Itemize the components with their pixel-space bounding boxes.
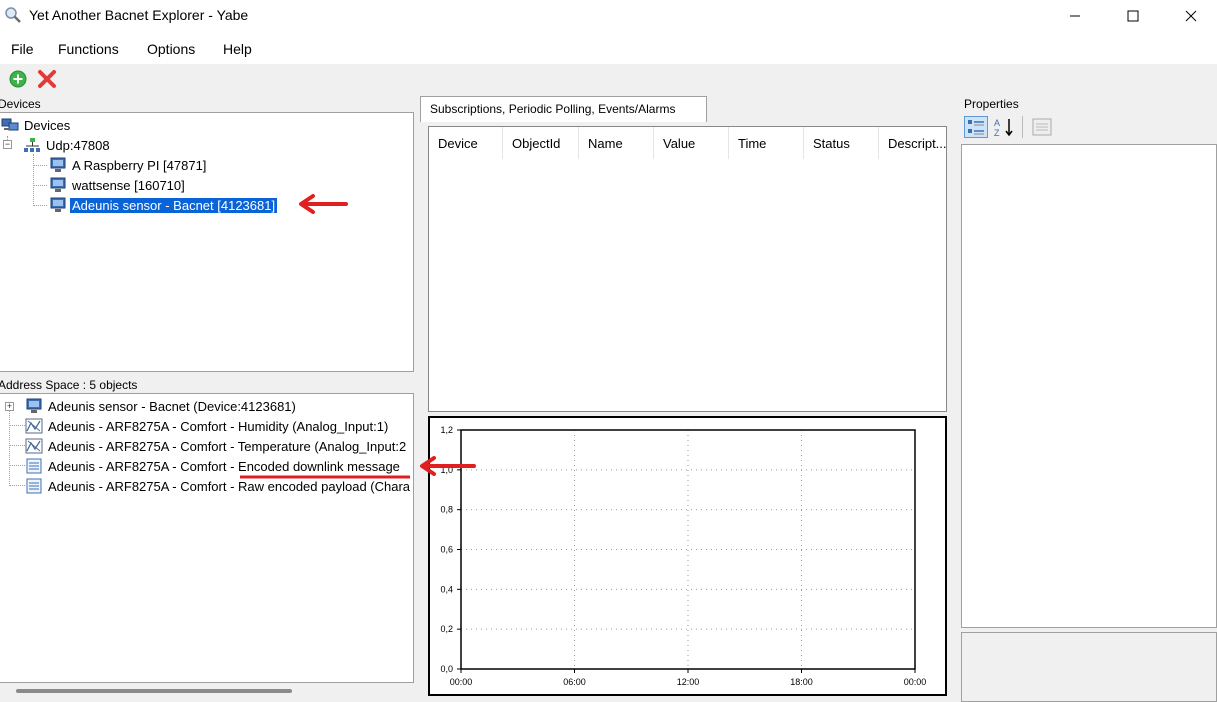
annotation-arrow-downlink xyxy=(420,456,476,476)
yabe-window: Yet Another Bacnet Explorer - Yabe File … xyxy=(0,0,1217,702)
annotation-arrow-device xyxy=(299,194,348,214)
annotation-overlay xyxy=(240,194,476,479)
